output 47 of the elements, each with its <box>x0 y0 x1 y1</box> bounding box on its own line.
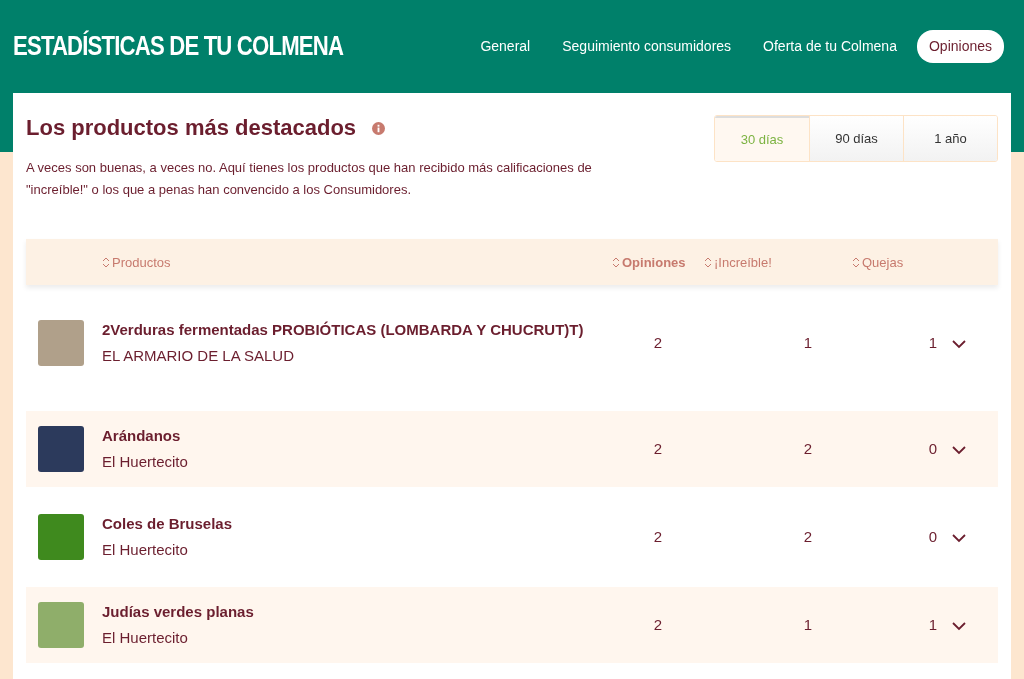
nav-tab[interactable]: Seguimiento consumidores <box>550 30 744 63</box>
sort-icon <box>102 256 110 268</box>
page-title: ESTADÍSTICAS DE TU COLMENA <box>13 30 344 63</box>
table-cell: 1 <box>803 616 812 634</box>
table-cell: 1 <box>928 334 937 352</box>
section-title: Los productos más destacados <box>26 115 357 142</box>
section-description: A veces son buenas, a veces no. Aquí tienes los productos que han recibido más calificaciones de "increíble!" o los que a penas han convencido a los Consumidores. <box>26 159 593 200</box>
table-cell: 0 <box>928 528 937 546</box>
column-header[interactable]: ¡Increíble! <box>714 252 772 273</box>
producer-name: El Huertecito <box>102 452 189 473</box>
period-tab[interactable]: 30 días <box>715 116 809 161</box>
product-name: Coles de Bruselas <box>102 514 234 535</box>
chevron-down-icon[interactable] <box>952 339 966 349</box>
sort-icon <box>852 256 860 268</box>
product-name: Arándanos <box>102 426 182 447</box>
product-name: 2Verduras fermentadas PROBIÓTICAS (LOMBARDA Y CHUCRUT)T) <box>102 320 585 341</box>
producer-name: El Huertecito <box>102 628 189 649</box>
product-name: Judías verdes planas <box>102 602 255 623</box>
table-cell: 2 <box>653 440 663 458</box>
chevron-down-icon[interactable] <box>952 445 966 455</box>
column-header[interactable]: Quejas <box>862 252 904 273</box>
photo-placeholder <box>38 426 84 473</box>
nav-tab[interactable]: General <box>468 30 543 63</box>
producer-name: EL ARMARIO DE LA SALUD <box>102 346 295 367</box>
table-cell: 0 <box>928 440 937 458</box>
sort-icon <box>612 256 620 268</box>
column-header[interactable]: Opiniones <box>622 252 686 273</box>
chevron-down-icon[interactable] <box>952 621 966 631</box>
table-cell: 2 <box>653 334 663 352</box>
photo-placeholder <box>38 514 84 561</box>
nav-tab[interactable]: Oferta de tu Colmena <box>751 30 909 63</box>
table-cell: 1 <box>803 334 812 352</box>
column-header[interactable]: Productos <box>112 252 171 273</box>
table-cell: 2 <box>653 528 663 546</box>
info-icon[interactable] <box>372 121 386 135</box>
table-cell: 2 <box>653 616 663 634</box>
photo-placeholder <box>38 602 84 649</box>
photo-placeholder <box>38 320 84 367</box>
period-tab[interactable]: 90 días <box>809 116 903 161</box>
sort-icon <box>704 256 712 268</box>
nav-tab[interactable]: Opiniones <box>916 30 1004 63</box>
table-cell: 2 <box>803 528 812 546</box>
producer-name: El Huertecito <box>102 540 189 561</box>
period-tab[interactable]: 1 año <box>903 116 997 161</box>
table-cell: 2 <box>803 440 812 458</box>
chevron-down-icon[interactable] <box>952 533 966 543</box>
table-cell: 1 <box>928 616 937 634</box>
